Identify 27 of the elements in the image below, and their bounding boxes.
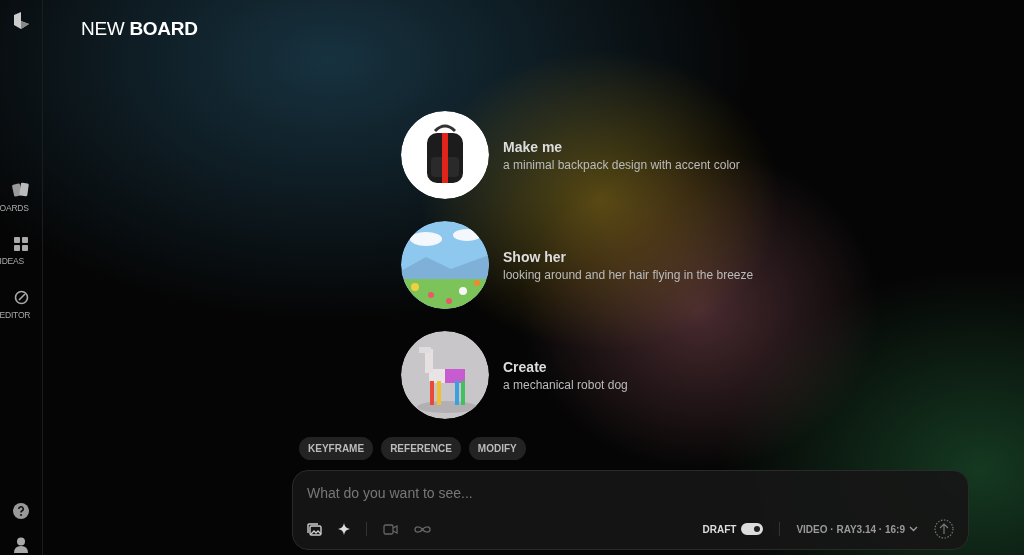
mode-chip[interactable]: KEYFRAME [299,437,374,460]
suggestion-title[interactable]: Show her [503,248,754,265]
sidebar-item[interactable]: IDEAS [0,237,43,266]
page-title: NEW BOARD [81,18,199,40]
model-settings-dropdown[interactable]: VIDEO · RAY3.14 · 16:9 [796,523,918,535]
chevron-down-icon [909,526,918,532]
user-icon[interactable] [14,537,28,553]
sidebar-item[interactable]: EDITOR [0,290,43,320]
suggestion-title[interactable]: Create [503,358,628,375]
suggestion-title[interactable]: Make me [503,138,740,155]
logo-icon[interactable] [12,12,30,30]
suggestion-text: a mechanical robot dog [503,377,628,392]
infinity-icon[interactable] [414,524,431,534]
draft-label: DRAFT [702,523,737,535]
sparkle-icon[interactable] [338,523,350,535]
sidebar-item[interactable]: OARDS [0,182,43,213]
prompt-field[interactable]: What do you want to see... [307,483,707,503]
video-camera-icon[interactable] [383,523,398,535]
images-icon[interactable] [307,522,322,536]
suggestion-text: a minimal backpack design with accent color [503,157,740,172]
mode-chip[interactable]: MODIFY [468,437,526,460]
draft-toggle[interactable] [741,523,764,535]
cards-icon [12,182,30,198]
mode-chip[interactable]: REFERENCE [381,437,461,460]
help-icon[interactable] [13,503,29,519]
grid-icon [14,237,28,251]
suggestion-text: looking around and her hair flying in the breeze [503,267,754,282]
